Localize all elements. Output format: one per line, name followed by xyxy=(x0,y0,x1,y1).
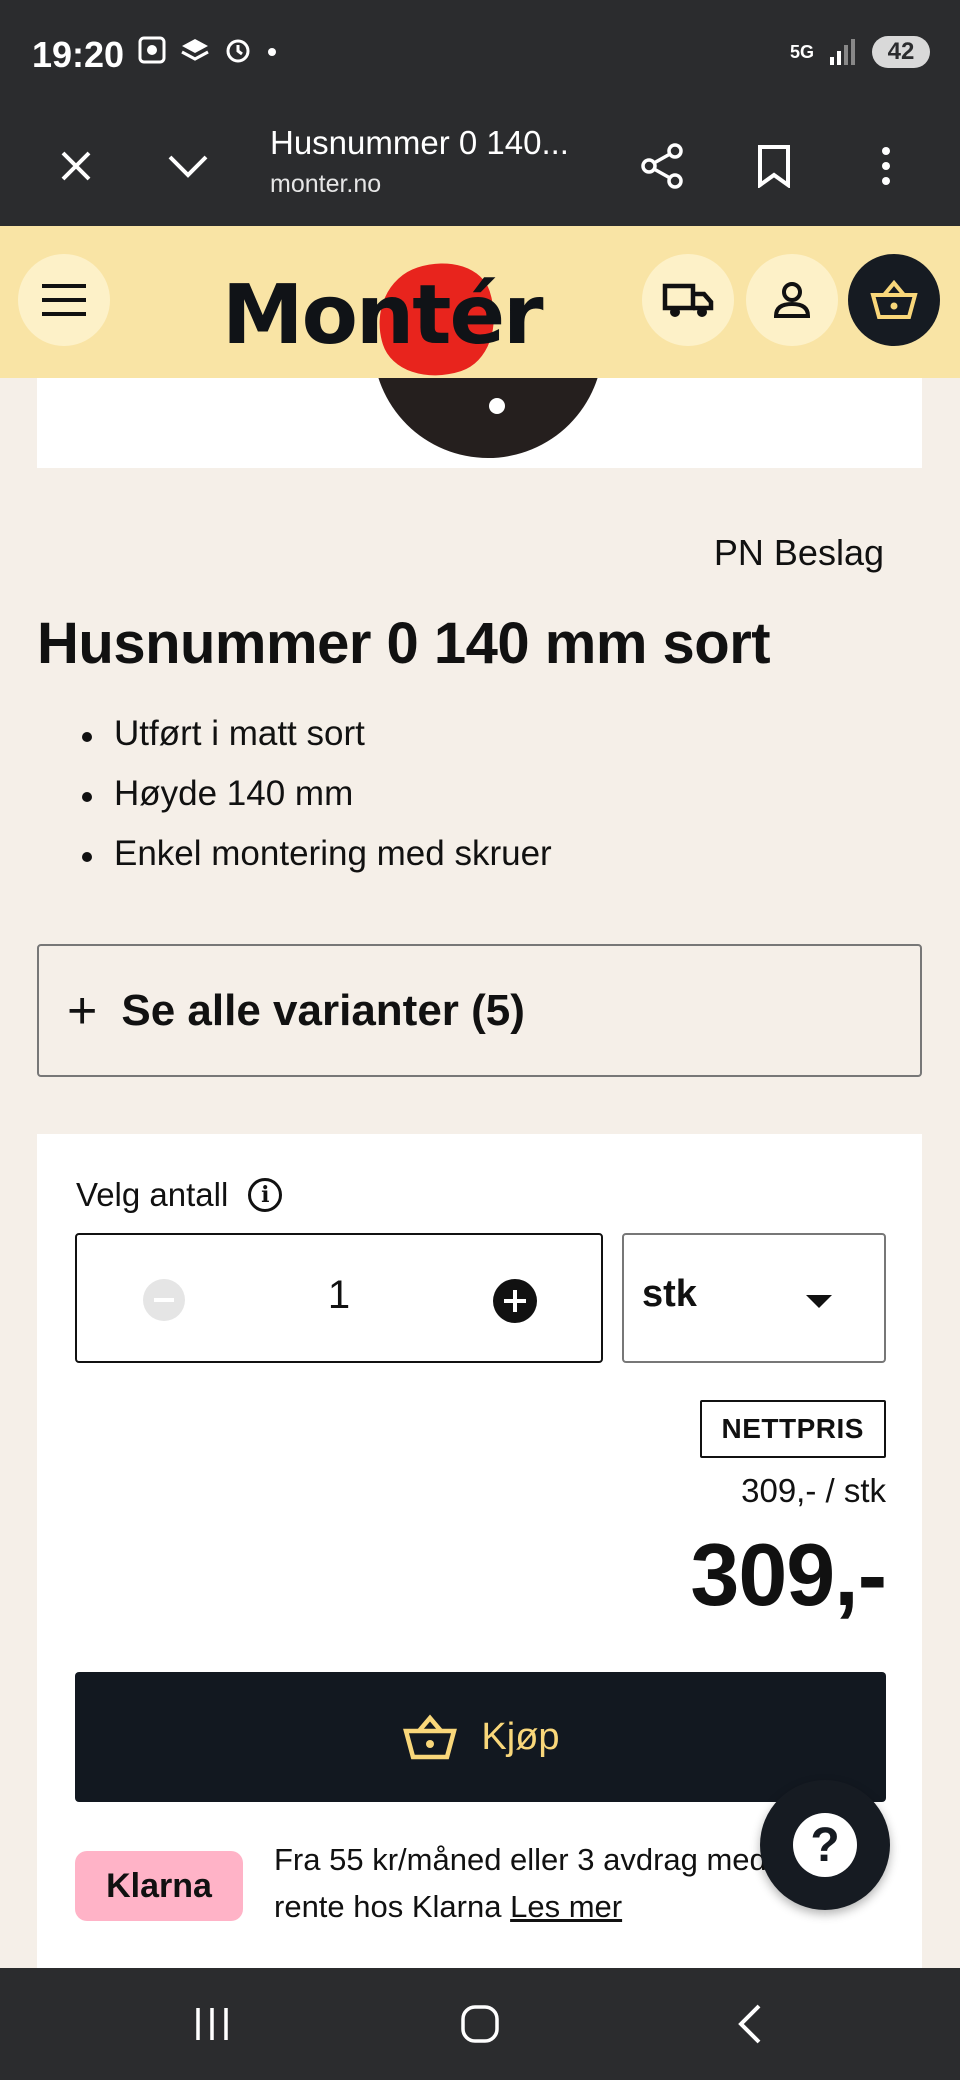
menu-button[interactable] xyxy=(18,254,110,346)
quantity-label: Velg antall xyxy=(76,1176,229,1213)
back-icon xyxy=(738,2004,761,2044)
chevron-down-icon xyxy=(168,155,208,178)
basket-icon xyxy=(870,279,918,319)
product-features: Utført i matt sort Høyde 140 mm Enkel mo… xyxy=(80,708,552,888)
klarna-logo: Klarna xyxy=(75,1851,243,1921)
feature-item: Utført i matt sort xyxy=(80,708,552,768)
logo-text: Montér xyxy=(222,268,544,363)
close-tab-button[interactable] xyxy=(40,130,112,202)
feature-item: Høyde 140 mm xyxy=(80,768,552,828)
browser-page-title[interactable]: Husnummer 0 140... xyxy=(270,124,569,162)
klarna-read-more-link[interactable]: Les mer xyxy=(510,1889,622,1924)
feature-item: Enkel montering med skruer xyxy=(80,828,552,888)
dot-icon xyxy=(268,48,276,56)
unit-value: stk xyxy=(642,1273,697,1315)
site-logo[interactable]: Montér xyxy=(222,244,544,392)
product-image-shape xyxy=(373,378,603,458)
home-icon xyxy=(461,2005,499,2043)
user-icon xyxy=(773,282,811,318)
network-label: 5G xyxy=(789,41,814,62)
home-button[interactable] xyxy=(450,1998,510,2050)
more-icon xyxy=(882,147,890,185)
image-pager-dot[interactable] xyxy=(489,398,505,414)
browser-toolbar: Husnummer 0 140... monter.no xyxy=(0,108,960,226)
buy-label: Kjøp xyxy=(481,1715,560,1758)
alarm-icon xyxy=(226,39,250,63)
cart-button[interactable] xyxy=(848,254,940,346)
unit-price: 309,- / stk xyxy=(741,1472,886,1509)
screenshot-icon xyxy=(138,36,166,64)
variants-label: Se alle varianter (5) xyxy=(121,985,525,1035)
question-icon: ? xyxy=(793,1813,857,1877)
delivery-button[interactable] xyxy=(642,254,734,346)
status-time: 19:20 xyxy=(32,34,125,75)
recents-button[interactable] xyxy=(182,1998,242,2050)
signal-icon xyxy=(830,39,855,65)
price-badge: NETTPRIS xyxy=(699,1400,886,1458)
quantity-label-row: Velg antall i xyxy=(76,1176,283,1214)
back-button[interactable] xyxy=(720,1998,780,2050)
close-icon xyxy=(61,151,91,181)
battery-indicator: 42 xyxy=(872,36,930,68)
plus-icon: + xyxy=(67,981,98,1040)
more-button[interactable] xyxy=(850,130,922,202)
expand-button[interactable] xyxy=(152,130,224,202)
product-image[interactable] xyxy=(37,378,922,468)
share-icon xyxy=(641,143,683,189)
status-right: 5G 42 xyxy=(790,36,930,68)
status-bar: 19:20 5G 42 xyxy=(0,0,960,108)
product-title: Husnummer 0 140 mm sort xyxy=(37,611,771,676)
system-nav-bar xyxy=(0,1968,960,2080)
bookmark-icon xyxy=(758,145,790,188)
share-button[interactable] xyxy=(626,130,698,202)
recents-icon xyxy=(196,2008,228,2040)
truck-icon xyxy=(662,283,714,317)
browser-url[interactable]: monter.no xyxy=(270,170,381,199)
quantity-stepper: 1 xyxy=(75,1233,603,1363)
info-icon[interactable]: i xyxy=(248,1178,283,1212)
klarna-info: Fra 55 kr/måned eller 3 avdrag med rente… xyxy=(274,1836,794,1930)
menu-icon xyxy=(42,284,86,316)
product-price: 309,- xyxy=(690,1525,887,1624)
bookmark-button[interactable] xyxy=(738,130,810,202)
basket-icon xyxy=(403,1714,458,1760)
caret-down-icon xyxy=(806,1295,832,1308)
help-chat-button[interactable]: ? xyxy=(760,1780,890,1910)
increase-button[interactable] xyxy=(493,1279,537,1323)
unit-select[interactable]: stk xyxy=(622,1233,886,1363)
account-button[interactable] xyxy=(746,254,838,346)
product-brand[interactable]: PN Beslag xyxy=(714,532,884,574)
status-icons xyxy=(136,34,280,66)
stack-icon xyxy=(181,39,209,61)
buy-button[interactable]: Kjøp xyxy=(75,1672,886,1802)
variants-toggle[interactable]: + Se alle varianter (5) xyxy=(37,944,922,1077)
site-header: Montér xyxy=(0,226,960,392)
